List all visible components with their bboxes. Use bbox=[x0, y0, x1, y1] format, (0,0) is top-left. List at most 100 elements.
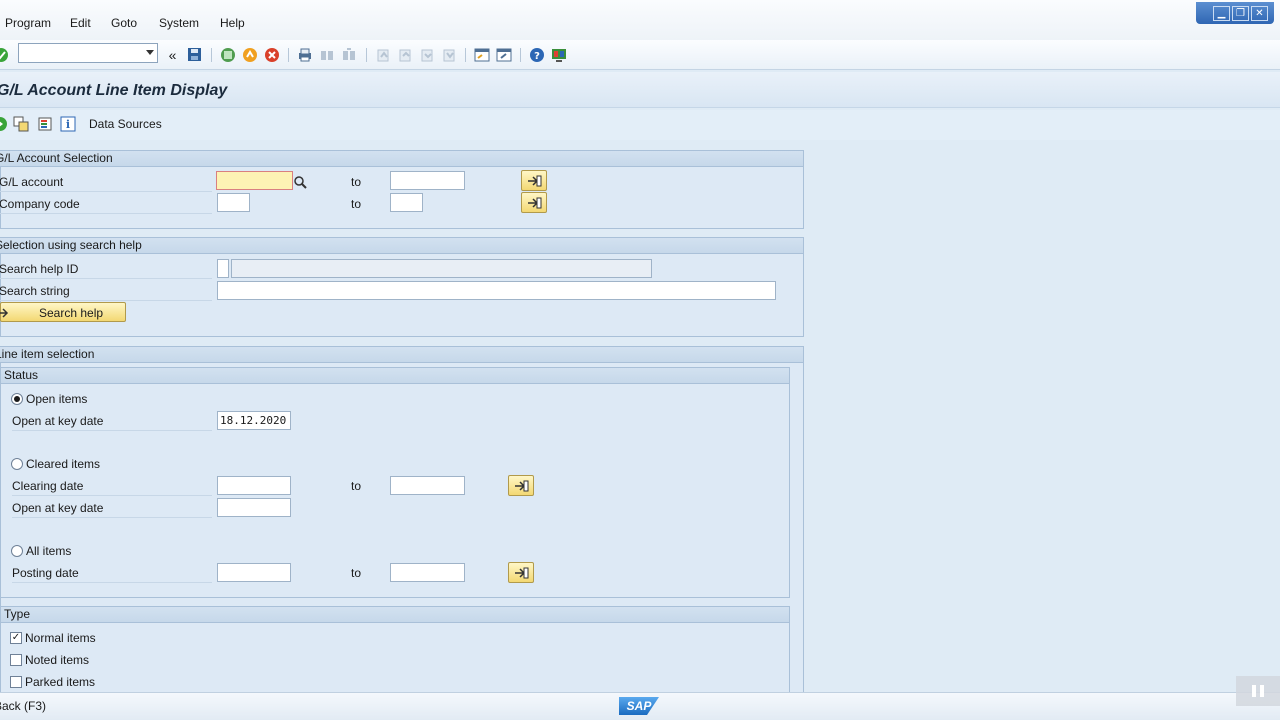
parked-items-checkbox[interactable] bbox=[10, 676, 22, 688]
subgroup-header: Status bbox=[1, 368, 789, 384]
customize-layout-icon[interactable] bbox=[550, 46, 567, 63]
type-subgroup: Type bbox=[0, 606, 790, 692]
parked-items-label: Parked items bbox=[25, 675, 96, 689]
clearing-date-label: Clearing date bbox=[12, 479, 84, 493]
multiple-selection-button[interactable] bbox=[508, 562, 534, 583]
subgroup-header: Type bbox=[1, 607, 789, 623]
label-underline bbox=[0, 191, 212, 192]
arrow-icon bbox=[0, 308, 9, 318]
search-icon[interactable] bbox=[291, 173, 308, 190]
posting-date-label: Posting date bbox=[12, 566, 79, 580]
search-help-button[interactable]: Search help bbox=[0, 302, 126, 322]
company-code-label: Company code bbox=[0, 197, 80, 211]
back-icon[interactable] bbox=[219, 46, 236, 63]
data-sources-button[interactable]: Data Sources bbox=[89, 117, 162, 131]
toolbar-separator bbox=[366, 48, 367, 62]
open-items-label: Open items bbox=[26, 392, 88, 406]
open-key-date-label: Open at key date bbox=[12, 414, 104, 428]
all-items-label: All items bbox=[26, 544, 72, 558]
save-icon[interactable] bbox=[186, 46, 203, 63]
dynamic-selections-icon[interactable] bbox=[37, 116, 53, 132]
normal-items-label: Normal items bbox=[25, 631, 96, 645]
enter-icon[interactable] bbox=[0, 46, 9, 63]
pause-icon[interactable] bbox=[1236, 676, 1280, 706]
page-title: G/L Account Line Item Display bbox=[0, 82, 228, 99]
multiple-selection-button[interactable] bbox=[508, 475, 534, 496]
find-next-icon[interactable] bbox=[340, 46, 357, 63]
search-help-description bbox=[231, 259, 652, 278]
to-label: to bbox=[351, 175, 362, 189]
standard-toolbar: « ? bbox=[0, 40, 1280, 70]
create-session-icon[interactable] bbox=[473, 46, 490, 63]
svg-text:i: i bbox=[66, 118, 70, 131]
search-string-input[interactable] bbox=[217, 281, 776, 300]
application-toolbar: i bbox=[0, 110, 1280, 140]
multiple-selection-button[interactable] bbox=[521, 170, 547, 191]
label-underline bbox=[12, 430, 212, 431]
toolbar-separator bbox=[520, 48, 521, 62]
label-underline bbox=[12, 582, 212, 583]
posting-date-to-input[interactable] bbox=[390, 563, 465, 582]
toolbar-separator bbox=[211, 48, 212, 62]
exit-icon[interactable] bbox=[241, 46, 258, 63]
all-items-radio[interactable] bbox=[11, 545, 23, 557]
cleared-items-radio[interactable] bbox=[11, 458, 23, 470]
menu-program[interactable]: Program bbox=[5, 16, 51, 30]
last-page-icon[interactable] bbox=[440, 46, 457, 63]
noted-items-checkbox[interactable] bbox=[10, 654, 22, 666]
gl-account-from-input[interactable] bbox=[216, 171, 293, 190]
open-key-date-input[interactable]: 18.12.2020 bbox=[217, 411, 291, 430]
group-header: G/L Account Selection bbox=[0, 151, 803, 167]
group-header: Line item selection bbox=[0, 347, 803, 363]
company-code-from-input[interactable] bbox=[217, 193, 250, 212]
menu-bar: Program Edit Goto System Help ▁ ❐ ✕ bbox=[0, 0, 1280, 40]
clearing-date-to-input[interactable] bbox=[390, 476, 465, 495]
menu-edit[interactable]: Edit bbox=[70, 16, 91, 30]
toolbar-separator bbox=[465, 48, 466, 62]
cleared-open-key-date-label: Open at key date bbox=[12, 501, 104, 515]
execute-icon[interactable] bbox=[0, 116, 8, 132]
multiple-selection-button[interactable] bbox=[521, 192, 547, 213]
chevron-down-icon[interactable] bbox=[146, 50, 154, 55]
menu-help[interactable]: Help bbox=[220, 16, 245, 30]
info-icon[interactable]: i bbox=[60, 116, 76, 132]
cleared-open-key-date-input[interactable] bbox=[217, 498, 291, 517]
label-underline bbox=[0, 278, 212, 279]
menu-system[interactable]: System bbox=[159, 16, 199, 30]
to-label: to bbox=[351, 479, 362, 493]
shortcut-icon[interactable] bbox=[495, 46, 512, 63]
open-items-radio[interactable] bbox=[11, 393, 23, 405]
svg-text:?: ? bbox=[534, 51, 540, 62]
posting-date-from-input[interactable] bbox=[217, 563, 291, 582]
title-bar: G/L Account Line Item Display bbox=[0, 72, 1280, 108]
previous-page-icon[interactable] bbox=[396, 46, 413, 63]
search-string-label: Search string bbox=[0, 284, 70, 298]
close-window-button[interactable]: ✕ bbox=[1251, 5, 1268, 21]
cleared-items-label: Cleared items bbox=[26, 457, 101, 471]
gl-account-to-input[interactable] bbox=[390, 171, 465, 190]
help-icon[interactable]: ? bbox=[528, 46, 545, 63]
variant-icon[interactable] bbox=[13, 116, 29, 132]
cancel-icon[interactable] bbox=[263, 46, 280, 63]
next-page-icon[interactable] bbox=[418, 46, 435, 63]
to-label: to bbox=[351, 197, 362, 211]
collapse-toolbar-icon[interactable]: « bbox=[164, 46, 181, 63]
normal-items-checkbox[interactable]: ✓ bbox=[10, 632, 22, 644]
restore-button[interactable]: ❐ bbox=[1232, 5, 1249, 21]
clearing-date-from-input[interactable] bbox=[217, 476, 291, 495]
window-controls: ▁ ❐ ✕ bbox=[1196, 2, 1274, 24]
group-header: Selection using search help bbox=[0, 238, 803, 254]
print-icon[interactable] bbox=[296, 46, 313, 63]
command-field[interactable] bbox=[18, 43, 158, 63]
search-help-id-input[interactable] bbox=[217, 259, 229, 278]
label-underline bbox=[0, 300, 212, 301]
search-help-id-label: Search help ID bbox=[0, 262, 79, 276]
gl-account-label: G/L account bbox=[0, 175, 64, 189]
find-icon[interactable] bbox=[318, 46, 335, 63]
company-code-to-input[interactable] bbox=[390, 193, 423, 212]
label-underline bbox=[12, 517, 212, 518]
label-underline bbox=[12, 495, 212, 496]
first-page-icon[interactable] bbox=[374, 46, 391, 63]
menu-goto[interactable]: Goto bbox=[111, 16, 137, 30]
minimize-button[interactable]: ▁ bbox=[1213, 5, 1230, 21]
